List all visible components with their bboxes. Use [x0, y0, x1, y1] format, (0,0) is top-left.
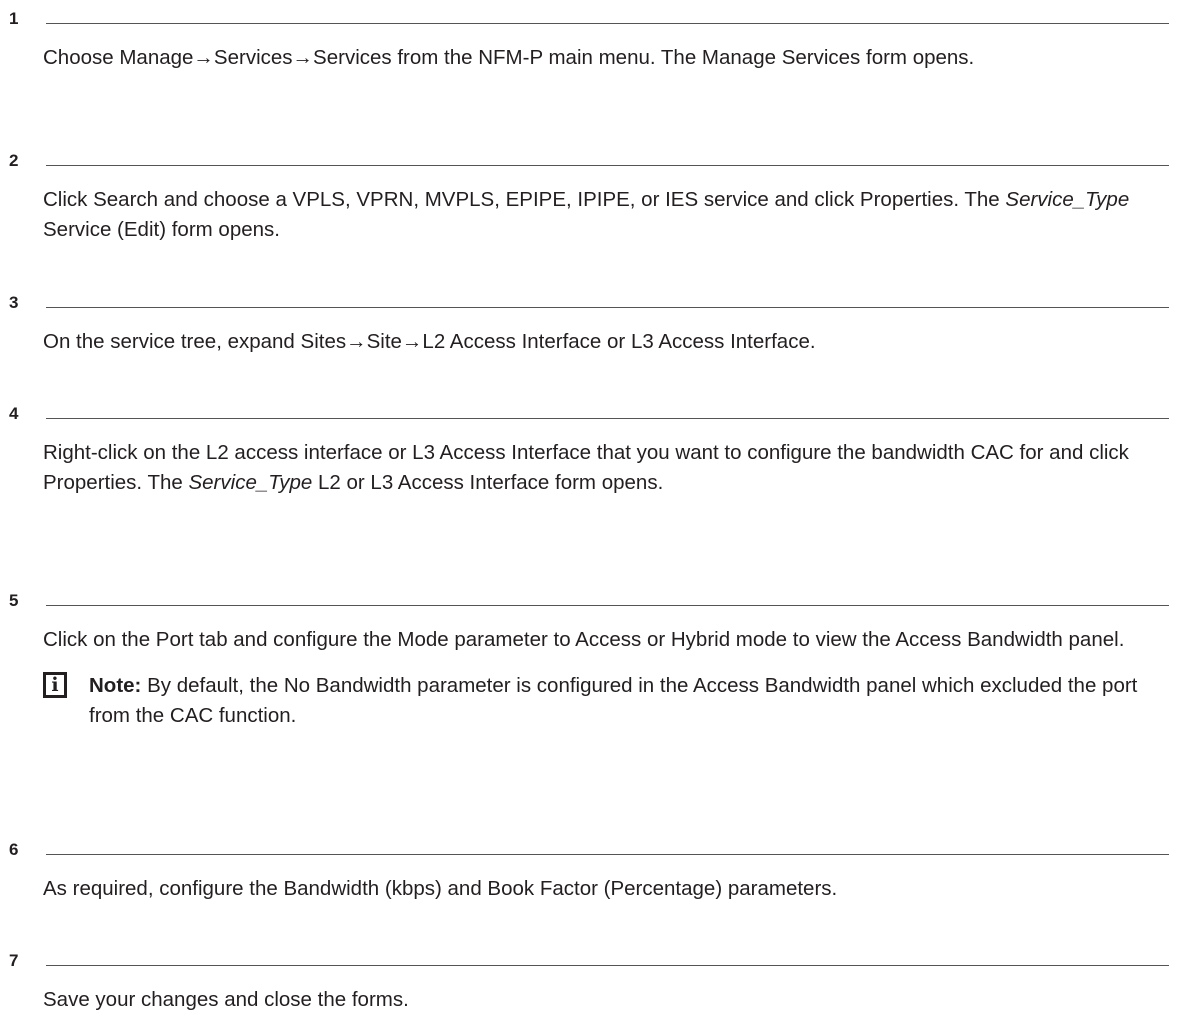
step-divider: [46, 854, 1169, 855]
step-header: 1: [0, 7, 1180, 29]
info-icon: i: [43, 672, 67, 698]
step-6: 6 As required, configure the Bandwidth (…: [0, 838, 1180, 904]
step-divider: [46, 307, 1169, 308]
step-divider: [46, 165, 1169, 166]
service-type-variable: Service_Type: [188, 471, 313, 494]
step-text-part: Service (Edit) form opens.: [43, 218, 280, 241]
step-body: Right-click on the L2 access interface o…: [43, 438, 1166, 498]
step-divider: [46, 965, 1169, 966]
step-number: 4: [9, 404, 19, 423]
note-label: Note:: [89, 674, 142, 697]
step-body: Save your changes and close the forms.: [43, 985, 1166, 1015]
step-body: As required, configure the Bandwidth (kb…: [43, 874, 1166, 904]
step-text: Click Search and choose a VPLS, VPRN, MV…: [43, 185, 1166, 245]
step-divider: [46, 418, 1169, 419]
step-divider: [46, 605, 1169, 606]
note-body: Note: By default, the No Bandwidth param…: [89, 671, 1166, 731]
step-text: Right-click on the L2 access interface o…: [43, 438, 1166, 498]
step-header: 6: [0, 838, 1180, 860]
step-4: 4 Right-click on the L2 access interface…: [0, 402, 1180, 498]
step-number: 5: [9, 591, 19, 610]
step-text-part: Click Search and choose a VPLS, VPRN, MV…: [43, 188, 1006, 211]
step-number: 1: [9, 9, 19, 28]
step-text-part: L2 or L3 Access Interface form opens.: [312, 471, 664, 494]
step-number: 3: [9, 293, 19, 312]
step-2: 2 Click Search and choose a VPLS, VPRN, …: [0, 149, 1180, 245]
step-body: Click Search and choose a VPLS, VPRN, MV…: [43, 185, 1166, 245]
service-type-variable: Service_Type: [1005, 188, 1130, 211]
step-text: On the service tree, expand Sites→Site→L…: [43, 330, 816, 353]
step-body: On the service tree, expand Sites→Site→L…: [43, 327, 1166, 357]
step-number: 7: [9, 951, 19, 970]
step-number: 2: [9, 151, 19, 170]
step-text: Save your changes and close the forms.: [43, 988, 409, 1011]
step-text: As required, configure the Bandwidth (kb…: [43, 877, 838, 900]
step-body: Click on the Port tab and configure the …: [43, 625, 1166, 731]
step-3: 3 On the service tree, expand Sites→Site…: [0, 291, 1180, 357]
step-header: 5: [0, 589, 1180, 611]
step-7: 7 Save your changes and close the forms.: [0, 949, 1180, 1015]
step-header: 7: [0, 949, 1180, 971]
note-text: By default, the No Bandwidth parameter i…: [89, 674, 1138, 727]
step-5: 5 Click on the Port tab and configure th…: [0, 589, 1180, 731]
step-1: 1 Choose Manage→Services→Services from t…: [0, 7, 1180, 73]
step-number: 6: [9, 840, 19, 859]
step-header: 4: [0, 402, 1180, 424]
step-body: Choose Manage→Services→Services from the…: [43, 43, 1166, 73]
note-callout: i Note: By default, the No Bandwidth par…: [43, 671, 1166, 731]
step-header: 2: [0, 149, 1180, 171]
step-divider: [46, 23, 1169, 24]
step-text: Choose Manage→Services→Services from the…: [43, 46, 975, 69]
step-header: 3: [0, 291, 1180, 313]
step-text: Click on the Port tab and configure the …: [43, 628, 1125, 651]
